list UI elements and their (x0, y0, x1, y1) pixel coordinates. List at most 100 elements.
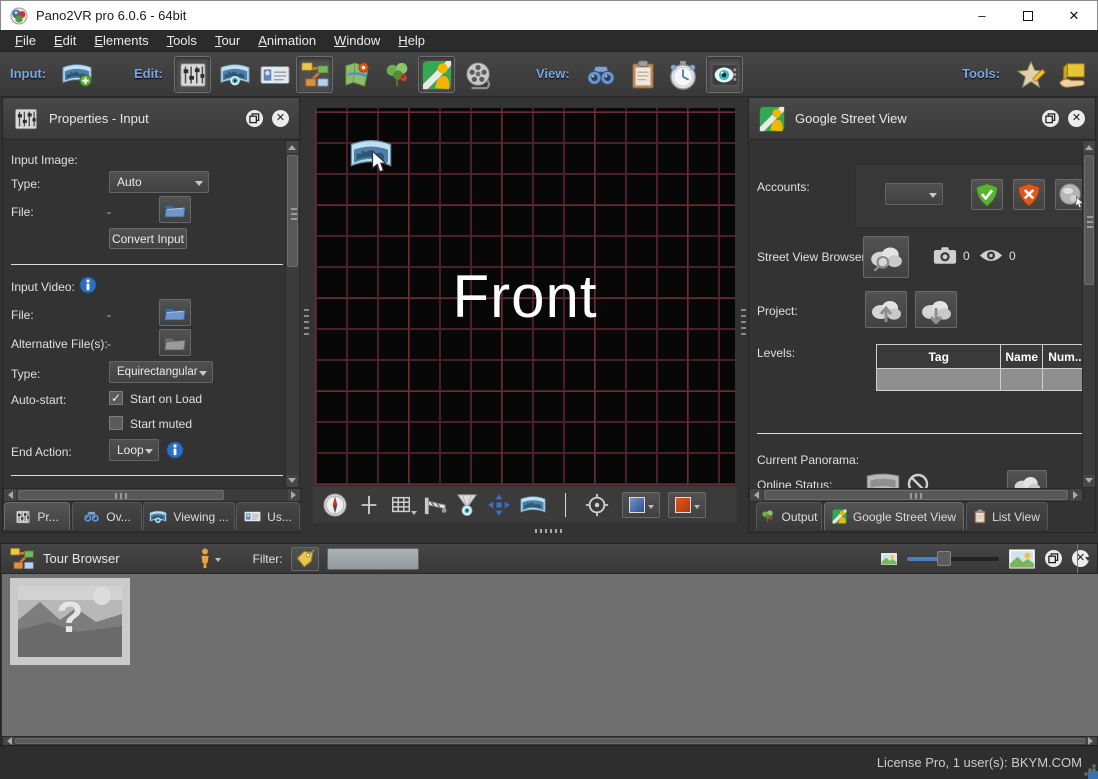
float-panel-button[interactable] (1045, 550, 1062, 567)
browse-alternative-files-button[interactable] (159, 329, 191, 356)
center-view-button[interactable] (355, 491, 383, 519)
scroll-down-button[interactable] (1083, 475, 1095, 487)
vertical-splitter-handle[interactable] (304, 305, 309, 335)
account-ok-button[interactable] (971, 179, 1003, 210)
browse-video-file-button[interactable] (159, 299, 191, 326)
dropdown-arrow-icon[interactable] (411, 511, 417, 518)
tab-output[interactable]: Output (756, 502, 822, 530)
panorama-thumbnail[interactable]: ? (10, 578, 130, 665)
background-color-button[interactable] (668, 492, 706, 518)
account-remove-button[interactable] (1013, 179, 1045, 210)
vertical-splitter-handle[interactable] (741, 305, 746, 335)
output-button[interactable] (378, 56, 415, 93)
tab-viewing-parameters[interactable]: Viewing ... (143, 502, 235, 530)
start-muted-checkbox[interactable] (109, 416, 123, 430)
tab-google-street-view[interactable]: Google Street View (824, 502, 964, 530)
tour-browser-content[interactable]: ? (2, 574, 1098, 736)
properties-horizontal-scrollbar[interactable] (3, 488, 301, 502)
user-data-button[interactable] (256, 56, 293, 93)
scroll-right-button[interactable] (1085, 737, 1097, 745)
menu-edit[interactable]: Edit (45, 31, 85, 51)
scroll-down-button[interactable] (286, 475, 298, 487)
scrollbar-thumb[interactable] (18, 490, 224, 500)
scrollbar-thumb[interactable] (287, 155, 298, 267)
tour-browser-header[interactable]: Tour Browser Filter: ✕ (1, 544, 1097, 574)
properties-panel-button[interactable] (174, 56, 211, 93)
view-cone-button[interactable] (453, 491, 481, 519)
grid-toggle-button[interactable] (387, 491, 415, 519)
panorama-view-button[interactable] (519, 491, 547, 519)
gsv-vertical-scrollbar[interactable] (1082, 140, 1096, 488)
thumbnail-size-slider[interactable] (907, 557, 999, 561)
time-button[interactable] (664, 56, 701, 93)
slider-handle[interactable] (937, 551, 951, 566)
menu-animation[interactable]: Animation (249, 31, 325, 51)
scroll-left-button[interactable] (750, 489, 762, 501)
overview-button[interactable] (582, 56, 619, 93)
close-button[interactable]: ✕ (1051, 1, 1097, 30)
gsv-panel-header[interactable]: Google Street View ✕ (749, 98, 1095, 140)
horizontal-splitter-handle[interactable] (535, 529, 565, 533)
start-on-load-checkbox[interactable]: ✓ (109, 391, 123, 405)
menu-help[interactable]: Help (389, 31, 434, 51)
properties-panel-header[interactable]: Properties - Input ✕ (3, 98, 299, 140)
tab-properties[interactable]: Pr... (4, 502, 70, 530)
google-street-view-button[interactable] (418, 56, 455, 93)
pegman-dropdown[interactable] (198, 548, 221, 569)
minimize-button[interactable]: – (959, 1, 1005, 30)
target-button[interactable] (583, 491, 611, 519)
tour-map-button[interactable] (338, 56, 375, 93)
scroll-right-button[interactable] (288, 489, 300, 501)
menu-elements[interactable]: Elements (85, 31, 157, 51)
scrollbar-thumb[interactable] (1084, 155, 1094, 285)
scroll-left-button[interactable] (3, 737, 15, 745)
info-icon[interactable] (79, 276, 97, 294)
float-panel-button[interactable] (246, 110, 263, 127)
info-icon[interactable] (166, 441, 184, 459)
viewer-button[interactable] (706, 56, 743, 93)
account-dropdown[interactable] (885, 183, 943, 205)
menu-window[interactable]: Window (325, 31, 389, 51)
viewing-parameters-button[interactable] (216, 56, 253, 93)
scroll-up-button[interactable] (1083, 141, 1095, 153)
levels-table[interactable]: Tag Name Num... (876, 344, 1091, 391)
tab-overview[interactable]: Ov... (72, 502, 142, 530)
filter-combobox[interactable] (327, 548, 419, 570)
gsv-horizontal-scrollbar[interactable] (749, 488, 1083, 502)
convert-input-button[interactable]: Convert Input (109, 228, 187, 249)
scrollbar-thumb[interactable] (764, 490, 1068, 500)
limits-button[interactable] (421, 491, 449, 519)
close-panel-button[interactable]: ✕ (1068, 110, 1085, 127)
patch-tool-button[interactable] (1012, 56, 1049, 93)
package-tool-button[interactable] (1054, 56, 1091, 93)
menu-tools[interactable]: Tools (158, 31, 206, 51)
scrollbar-thumb[interactable] (15, 738, 1085, 744)
menu-tour[interactable]: Tour (206, 31, 249, 51)
project-download-button[interactable] (915, 291, 957, 328)
tab-list-view[interactable]: List View (966, 502, 1048, 530)
scroll-right-button[interactable] (1070, 489, 1082, 501)
levels-empty-row[interactable] (877, 369, 1091, 391)
dropdown-arrow-icon[interactable] (648, 505, 654, 512)
browse-input-file-button[interactable] (159, 196, 191, 223)
levels-col-name[interactable]: Name (1001, 345, 1043, 369)
animation-editor-button[interactable] (460, 56, 497, 93)
tab-user-data[interactable]: Us... (236, 502, 300, 530)
properties-vertical-scrollbar[interactable] (285, 140, 300, 488)
end-action-dropdown[interactable]: Loop (109, 439, 159, 461)
scroll-left-button[interactable] (4, 489, 16, 501)
input-type-dropdown[interactable]: Auto (109, 171, 209, 193)
menu-file[interactable]: File (6, 31, 45, 51)
maximize-button[interactable] (1005, 1, 1051, 30)
video-type-dropdown[interactable]: Equirectangular (109, 361, 213, 383)
tour-browser-button[interactable] (296, 56, 333, 93)
float-panel-button[interactable] (1042, 110, 1059, 127)
scroll-up-button[interactable] (286, 141, 298, 153)
street-view-browser-button[interactable] (863, 236, 909, 278)
panorama-viewport[interactable]: Front (315, 108, 735, 485)
project-upload-button[interactable] (865, 291, 907, 328)
add-input-panorama-button[interactable] (58, 56, 95, 93)
grid-color-button[interactable] (622, 492, 660, 518)
dropdown-arrow-icon[interactable] (694, 505, 700, 512)
levels-col-tag[interactable]: Tag (877, 345, 1001, 369)
